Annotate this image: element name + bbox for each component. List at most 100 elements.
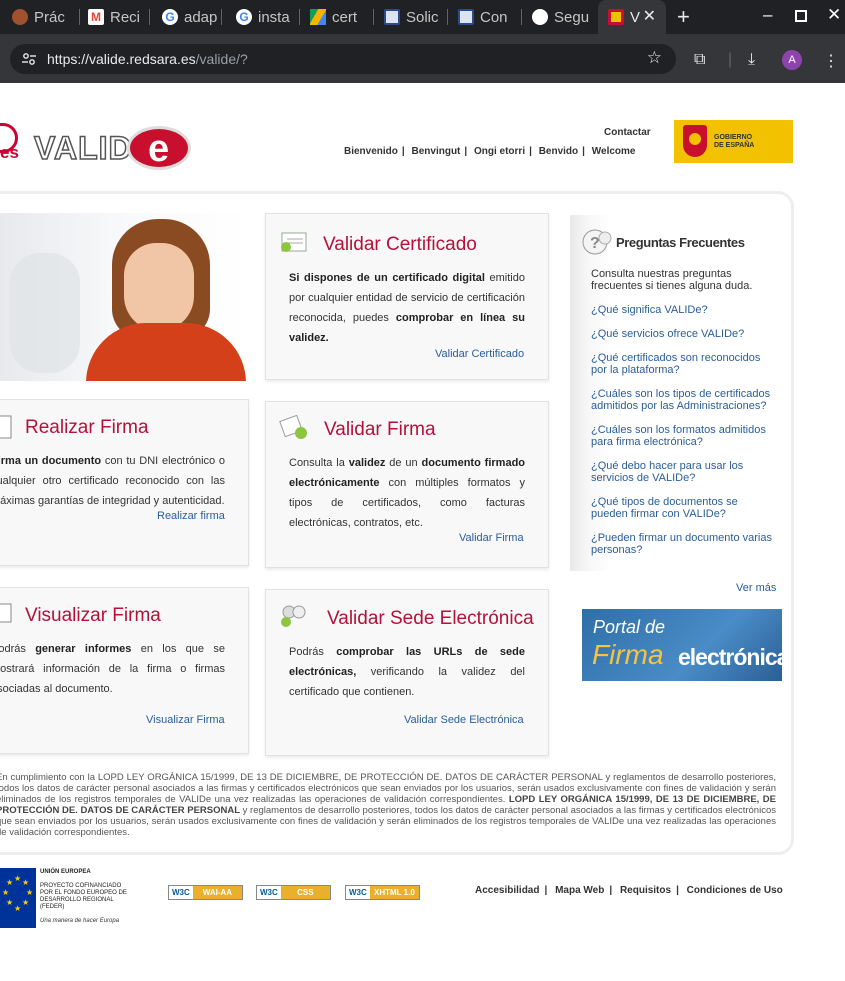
menu-icon[interactable]: ⋮ xyxy=(823,51,839,71)
tab-7[interactable]: Con xyxy=(458,0,522,34)
lang-ca[interactable]: Benvingut xyxy=(412,146,461,157)
tab-label: cert xyxy=(332,8,358,26)
new-tab-icon[interactable]: + xyxy=(677,4,690,30)
toolbar-divider: | xyxy=(728,51,733,68)
portal-line-3: electrónica xyxy=(678,644,782,670)
tab-1[interactable]: Prác xyxy=(12,0,80,34)
card-validar-firma: Validar Firma Consulta la validez de un … xyxy=(265,401,549,568)
drive-icon xyxy=(310,9,326,25)
coat-of-arms-icon xyxy=(683,125,707,157)
tab-4[interactable]: G insta xyxy=(236,0,300,34)
lang-eu[interactable]: Ongi etorri xyxy=(474,146,525,157)
badge-right: XHTML 1.0 xyxy=(369,886,419,899)
view-document-icon xyxy=(0,603,12,623)
address-bar[interactable]: https://valide.redsara.es/valide/? ☆ xyxy=(10,44,676,74)
w3c-css-badge[interactable]: W3C CSS xyxy=(256,885,331,900)
faq-title: Preguntas Frecuentes xyxy=(616,235,745,250)
card-validar-sede: Validar Sede Electrónica Podrás comproba… xyxy=(265,589,549,756)
mapa-web-link[interactable]: Mapa Web xyxy=(555,885,604,896)
gov-line-2: DE ESPAÑA xyxy=(714,142,755,149)
tab-label: adap xyxy=(184,8,218,26)
w3c-wai-badge[interactable]: W3C WAI-AA xyxy=(168,885,243,900)
google-icon: G xyxy=(236,9,252,25)
accesibilidad-link[interactable]: Accesibilidad xyxy=(475,885,539,896)
badge-left: W3C xyxy=(169,886,193,899)
legal-notice: En cumplimiento con la LOPD LEY ORGÁNICA… xyxy=(0,772,776,838)
tab-strip: Prác M Reci G adap G insta cert Solic Co… xyxy=(0,0,845,34)
tab-label: insta xyxy=(258,8,290,26)
requisitos-link[interactable]: Requisitos xyxy=(620,885,671,896)
validar-certificado-link[interactable]: Validar Certificado xyxy=(435,348,524,360)
faq-question[interactable]: ¿Qué tipos de documentos se pueden firma… xyxy=(591,496,777,520)
lang-gl[interactable]: Benvido xyxy=(539,146,578,157)
download-icon[interactable]: ⤓ xyxy=(748,51,755,69)
lang-es[interactable]: Bienvenido xyxy=(344,146,398,157)
gobierno-logo[interactable]: GOBIERNO DE ESPAÑA xyxy=(674,120,793,163)
faq-question[interactable]: ¿Qué significa VALIDe? xyxy=(591,304,777,316)
card-title[interactable]: Validar Certificado xyxy=(323,234,477,256)
badge-left: W3C xyxy=(346,886,370,899)
certificate-icon xyxy=(281,232,307,252)
eu-title: UNIÓN EUROPEA xyxy=(40,869,91,875)
footer-links: Accesibilidad | Mapa Web | Requisitos | Con… xyxy=(475,885,783,896)
faq-question[interactable]: ¿Cuáles son los formatos admitidos para … xyxy=(591,424,777,448)
google-icon: G xyxy=(162,9,178,25)
site-icon xyxy=(384,9,400,25)
url-text[interactable]: https://valide.redsara.es/valide/? xyxy=(47,51,248,67)
card-description: Consulta la validez de un documento firm… xyxy=(289,457,526,529)
close-tab-icon[interactable]: ✕ xyxy=(643,6,656,26)
logo-e: e xyxy=(126,126,191,170)
card-title[interactable]: Visualizar Firma xyxy=(25,605,161,627)
url-host: https://valide.redsara.es xyxy=(47,51,196,67)
tab-favicon-icon xyxy=(12,9,28,25)
portal-line-1: Portal de xyxy=(593,617,666,637)
page: es VALID e Contactar Bienvenido | Benving… xyxy=(0,83,845,981)
validar-sede-link[interactable]: Validar Sede Electrónica xyxy=(404,714,524,726)
portal-line-2: Firma xyxy=(592,639,664,670)
maximize-icon[interactable] xyxy=(795,10,807,22)
tab-3[interactable]: G adap xyxy=(162,0,222,34)
faq-question[interactable]: ¿Qué debo hacer para usar los servicios … xyxy=(591,460,777,484)
validar-firma-link[interactable]: Validar Firma xyxy=(459,532,524,544)
card-realizar-firma: Realizar Firma Firma un documento con tu… xyxy=(0,399,249,566)
tab-8[interactable]: Segu xyxy=(532,0,594,34)
lang-en[interactable]: Welcome xyxy=(592,146,636,157)
visualizar-firma-link[interactable]: Visualizar Firma xyxy=(146,714,225,726)
faq-question[interactable]: ¿Pueden firmar un documento varias perso… xyxy=(591,532,777,556)
bookmark-star-icon[interactable]: ☆ xyxy=(647,48,662,68)
tab-6[interactable]: Solic xyxy=(384,0,448,34)
faq-question[interactable]: ¿Qué servicios ofrece VALIDe? xyxy=(591,328,777,340)
minimize-icon[interactable]: – xyxy=(763,5,772,25)
tab-active[interactable]: V ✕ xyxy=(598,0,666,34)
tab-5[interactable]: cert xyxy=(310,0,374,34)
card-title[interactable]: Validar Sede Electrónica xyxy=(327,608,534,630)
profile-avatar[interactable]: A xyxy=(782,50,802,70)
realizar-firma-link[interactable]: Realizar firma xyxy=(157,510,225,522)
extensions-icon[interactable]: ⧉ xyxy=(694,51,705,69)
gobierno-text: GOBIERNO DE ESPAÑA xyxy=(714,134,754,150)
tab-2[interactable]: M Reci xyxy=(88,0,150,34)
hero-photo xyxy=(0,213,248,381)
faq-question[interactable]: ¿Qué certificados son reconocidos por la… xyxy=(591,352,777,376)
card-title[interactable]: Validar Firma xyxy=(324,419,436,441)
close-window-icon[interactable]: ✕ xyxy=(827,5,841,25)
signature-check-icon xyxy=(279,415,307,439)
badge-right: CSS xyxy=(280,886,330,899)
card-visualizar-firma: Visualizar Firma Podrás generar informes… xyxy=(0,587,249,754)
ver-mas-link[interactable]: Ver más xyxy=(736,582,776,594)
card-title[interactable]: Realizar Firma xyxy=(25,417,149,439)
badge-right: WAI-AA xyxy=(192,886,242,899)
tab-label: Segu xyxy=(554,8,590,26)
site-info-icon[interactable] xyxy=(22,52,36,66)
portal-firma-banner[interactable]: Portal de Firma electrónica xyxy=(582,609,782,681)
contact-link[interactable]: Contactar xyxy=(604,127,651,138)
tab-label: Con xyxy=(480,8,508,26)
condiciones-uso-link[interactable]: Condiciones de Uso xyxy=(687,885,783,896)
faq-question[interactable]: ¿Cuáles son los tipos de certificados ad… xyxy=(591,388,777,412)
valide-logo[interactable]: VALID e xyxy=(33,125,191,171)
w3c-xhtml-badge[interactable]: W3C XHTML 1.0 xyxy=(345,885,420,900)
site-icon xyxy=(458,9,474,25)
tab-label: Solic xyxy=(406,8,439,26)
eu-motto: Una manera de hacer Europa xyxy=(40,918,120,924)
card-description: Podrás comprobar las URLs de sede electr… xyxy=(289,646,525,698)
